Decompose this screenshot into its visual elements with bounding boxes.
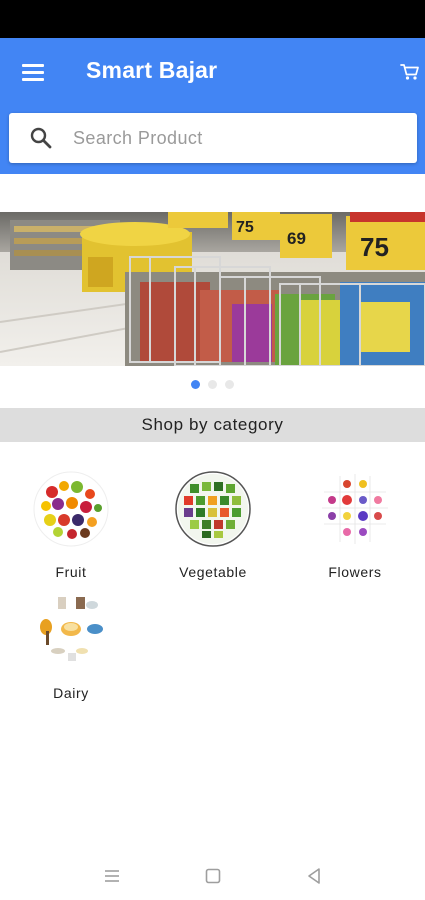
flower-chart-icon [316,470,394,548]
search-icon[interactable] [29,126,53,150]
vegetable-collage-icon [174,470,252,548]
app-title: Smart Bajar [86,57,218,83]
search-bar[interactable] [9,113,417,163]
recents-icon[interactable] [102,866,122,886]
category-label: Flowers [328,564,382,580]
price-tag-2: 69 [287,229,306,248]
category-label: Dairy [53,685,89,701]
category-vegetable[interactable]: Vegetable [153,470,273,580]
fruit-collage-icon [32,470,110,548]
shopping-cart-icon[interactable] [400,62,420,82]
price-tag-1: 75 [236,219,254,236]
home-icon[interactable] [203,866,223,886]
category-label: Fruit [55,564,87,580]
carousel-dot[interactable] [225,380,234,389]
promo-banner-image[interactable]: 75 69 75 [0,212,425,366]
carousel-dot[interactable] [208,380,217,389]
dairy-products-icon [32,591,110,669]
category-dairy[interactable]: Dairy [11,591,131,701]
category-label: Vegetable [179,564,247,580]
hamburger-menu-icon[interactable] [20,60,48,84]
search-input[interactable] [71,113,401,163]
carousel-dot[interactable] [191,380,200,389]
section-title: Shop by category [0,408,425,442]
system-navigation-bar [0,852,425,900]
carousel-indicator [0,380,425,392]
price-tag-3: 75 [360,232,389,262]
app-bar: Smart Bajar [0,38,425,174]
status-bar [0,0,425,38]
category-fruit[interactable]: Fruit [11,470,131,580]
back-icon[interactable] [304,866,324,886]
category-flowers[interactable]: Flowers [295,470,415,580]
